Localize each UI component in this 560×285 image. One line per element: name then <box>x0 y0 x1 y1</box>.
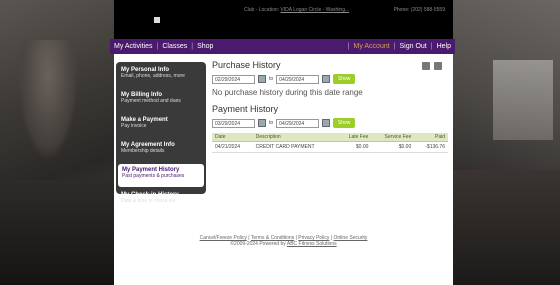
background-left-photo <box>0 0 114 285</box>
nav-my-account[interactable]: My Account <box>350 43 394 50</box>
cell-paid: -$136.76 <box>414 141 448 153</box>
table-row: 04/21/2024 CREDIT CARD PAYMENT $0.00 $0.… <box>212 141 448 153</box>
payment-show-button[interactable]: Show <box>333 118 356 128</box>
payment-from-date-input[interactable]: 03/29/2024 <box>212 118 255 128</box>
column-header-late-fee: Late Fee <box>337 133 372 142</box>
main-nav: My Activities | Classes | Shop | My Acco… <box>110 39 455 54</box>
purchase-to-date-input[interactable]: 04/29/2024 <box>276 74 320 84</box>
table-header-row: Date Description Late Fee Service Fee Pa… <box>212 133 448 142</box>
payment-history-table: Date Description Late Fee Service Fee Pa… <box>212 133 448 153</box>
background-bench <box>0 180 114 285</box>
payment-date-range: 03/29/2024 to 04/29/2024 Show <box>212 118 448 128</box>
cell-date: 04/21/2024 <box>212 141 253 153</box>
cell-service-fee: $0.00 <box>371 141 415 153</box>
nav-my-activities[interactable]: My Activities <box>110 43 157 50</box>
date-to-label: to <box>269 120 274 126</box>
purchase-date-range: 02/29/2024 to 04/29/2024 Show <box>212 74 448 84</box>
calendar-icon[interactable] <box>258 119 266 127</box>
page-footer: Cancel/Freeze Policy | Terms & Condition… <box>114 235 453 247</box>
purchase-history-title: Purchase History <box>212 60 281 70</box>
sidebar-item-checkin-history[interactable]: My Check-in History Date & time of check… <box>116 189 206 212</box>
column-header-paid: Paid <box>414 133 448 142</box>
main-content: Purchase History 02/29/2024 to 04/29/202… <box>212 60 448 153</box>
calendar-icon[interactable] <box>258 75 266 83</box>
nav-help[interactable]: Help <box>433 43 455 50</box>
club-location-link[interactable]: VIDA Logan Circle - Washing... <box>280 7 349 13</box>
footer-link-abc[interactable]: ABC Fitness Solutions <box>287 241 337 247</box>
sidebar-item-personal-info[interactable]: My Personal Info Email, phone, address, … <box>116 64 206 87</box>
cell-description: CREDIT CARD PAYMENT <box>252 141 338 153</box>
account-sidebar: My Personal Info Email, phone, address, … <box>116 62 206 204</box>
nav-shop[interactable]: Shop <box>193 43 217 50</box>
club-location: Club - Location: VIDA Logan Circle - Was… <box>244 7 350 13</box>
footer-copyright: ©2009-2024 Powered by ABC Fitness Soluti… <box>230 241 337 247</box>
club-phone: Phone: (202) 588-5559 <box>393 7 445 13</box>
background-right-photo <box>453 0 560 285</box>
top-header: Club - Location: VIDA Logan Circle - Was… <box>114 0 453 38</box>
payment-history-title: Payment History <box>212 104 279 114</box>
nav-sign-out[interactable]: Sign Out <box>396 43 431 50</box>
payment-to-date-input[interactable]: 04/29/2024 <box>276 118 320 128</box>
column-header-description: Description <box>252 133 338 142</box>
sidebar-item-make-payment[interactable]: Make a Payment Pay invoice <box>116 114 206 137</box>
sidebar-item-billing-info[interactable]: My Billing Info Payment method and dues <box>116 89 206 112</box>
background-figure <box>18 40 78 160</box>
sidebar-item-agreement-info[interactable]: My Agreement Info Membership details <box>116 139 206 162</box>
purchase-show-button[interactable]: Show <box>333 74 356 84</box>
background-window <box>493 60 553 140</box>
purchase-from-date-input[interactable]: 02/29/2024 <box>212 74 255 84</box>
footer-link-security[interactable]: Online Security <box>334 235 368 241</box>
nav-classes[interactable]: Classes <box>158 43 191 50</box>
cell-late-fee: $0.00 <box>337 141 372 153</box>
background-reformer <box>453 170 560 285</box>
sidebar-item-payment-history[interactable]: My Payment History Past payments & purch… <box>118 164 204 187</box>
calendar-icon[interactable] <box>322 119 331 127</box>
calendar-icon[interactable] <box>322 75 331 83</box>
club-logo <box>154 17 160 23</box>
column-header-service-fee: Service Fee <box>371 133 415 142</box>
column-header-date: Date <box>212 133 253 142</box>
date-to-label: to <box>269 76 274 82</box>
purchase-empty-message: No purchase history during this date ran… <box>212 88 363 97</box>
